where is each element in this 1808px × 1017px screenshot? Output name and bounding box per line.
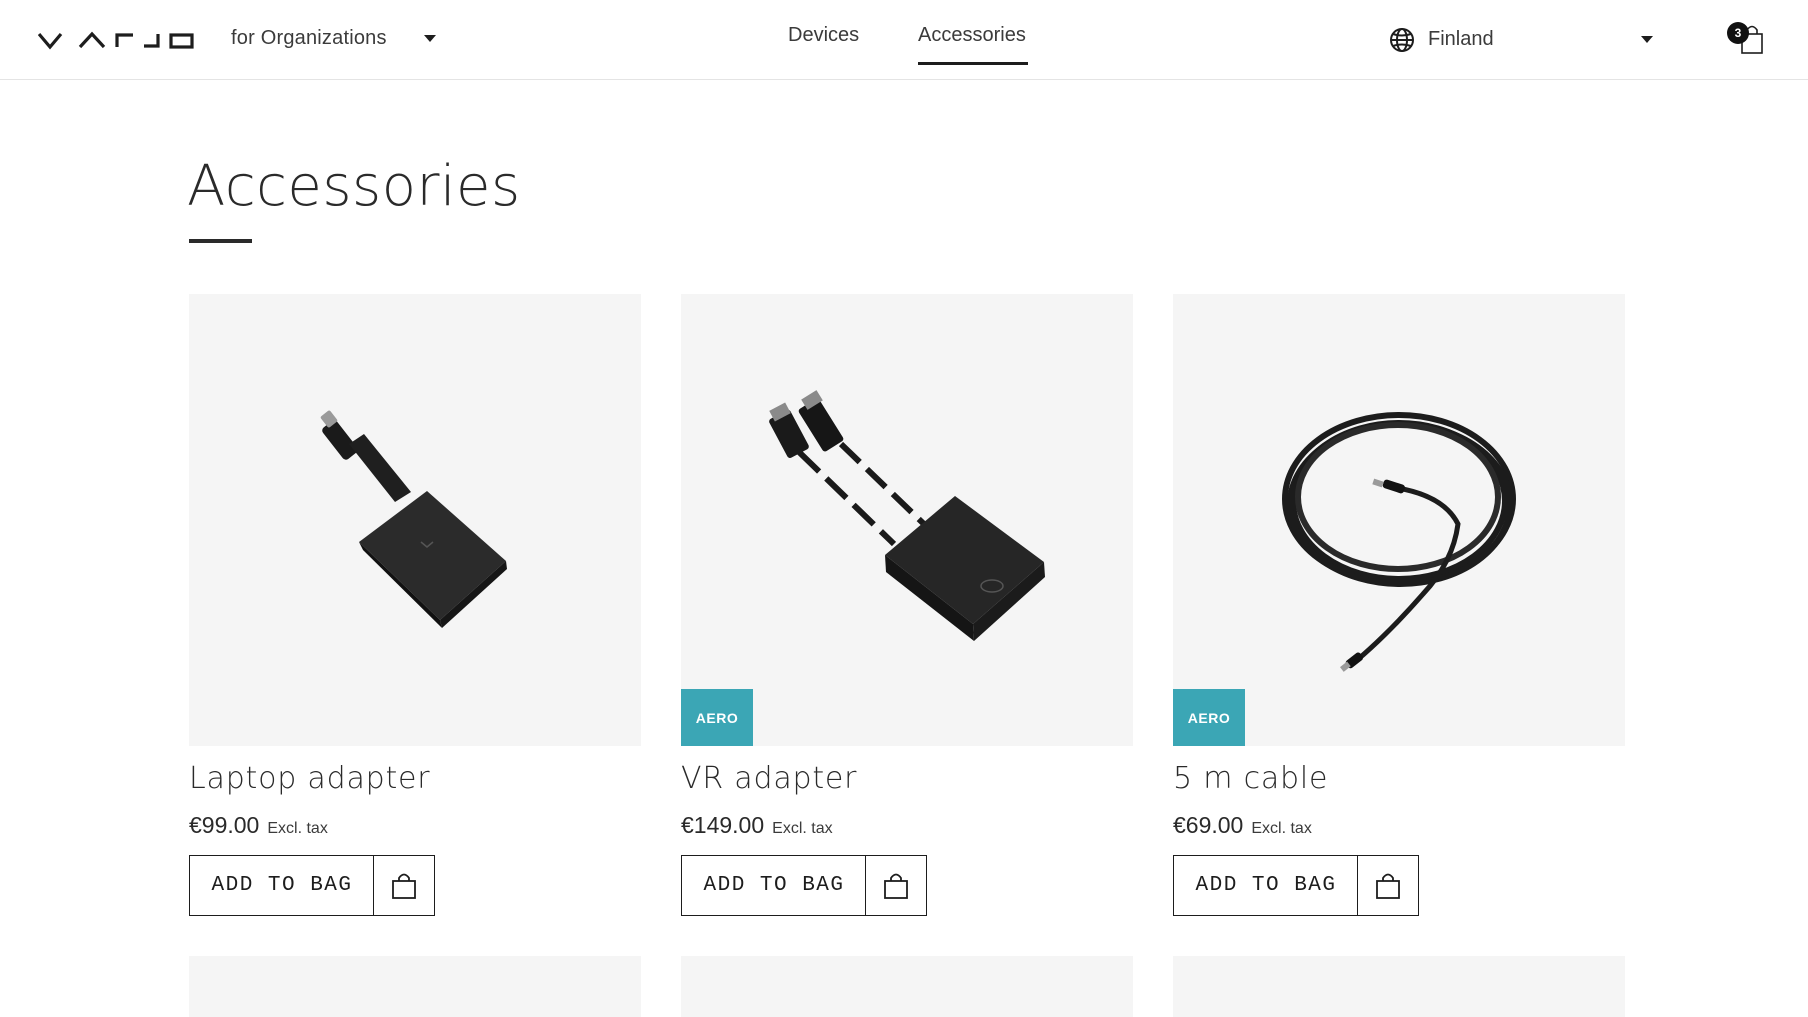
product-name[interactable]: 5 m cable [1173, 761, 1328, 796]
shopping-bag-button[interactable]: 3 [1724, 20, 1768, 60]
product-price: €69.00 [1173, 812, 1244, 838]
product-image[interactable] [1173, 956, 1625, 1017]
aero-badge: AERO [681, 689, 753, 746]
add-to-bag-icon-button[interactable] [373, 855, 435, 916]
shopping-bag-icon [392, 873, 416, 899]
tax-note: Excl. tax [772, 820, 833, 837]
add-to-bag-icon-button[interactable] [865, 855, 927, 916]
add-to-bag-button[interactable]: ADD TO BAG [681, 855, 867, 916]
product-card-5m-cable: AERO 5 m cable €69.00 Excl. tax ADD TO BA… [1173, 294, 1625, 916]
cable-coil-image [1282, 412, 1516, 672]
product-image[interactable] [189, 956, 641, 1017]
price-row: €69.00 Excl. tax [1173, 812, 1312, 839]
product-image[interactable] [189, 294, 641, 746]
add-to-bag-icon-button[interactable] [1357, 855, 1419, 916]
shopping-bag-icon [884, 873, 908, 899]
active-nav-underline [918, 62, 1028, 65]
add-to-bag-button[interactable]: ADD TO BAG [1173, 855, 1359, 916]
product-price: €99.00 [189, 812, 260, 838]
tax-note: Excl. tax [267, 820, 328, 837]
vr-adapter-image [769, 390, 1045, 641]
title-divider [189, 239, 252, 243]
nav-item-accessories[interactable]: Accessories [918, 24, 1026, 47]
product-name[interactable]: VR adapter [681, 761, 857, 796]
product-image[interactable]: AERO [681, 294, 1133, 746]
product-image[interactable] [681, 956, 1133, 1017]
cart-count-badge: 3 [1727, 22, 1749, 44]
product-card-laptop-adapter: Laptop adapter €99.00 Excl. tax ADD TO BA… [189, 294, 641, 916]
add-to-bag-button[interactable]: ADD TO BAG [189, 855, 375, 916]
tax-note: Excl. tax [1251, 820, 1312, 837]
product-price: €149.00 [681, 812, 765, 838]
globe-icon [1390, 28, 1414, 52]
laptop-adapter-image [320, 410, 507, 628]
country-selector[interactable]: Finland [1389, 24, 1657, 56]
price-row: €99.00 Excl. tax [189, 812, 328, 839]
nav-item-devices[interactable]: Devices [788, 24, 859, 47]
price-row: €149.00 Excl. tax [681, 812, 833, 839]
shopping-bag-icon [1376, 873, 1400, 899]
caret-down-icon [1641, 36, 1653, 43]
site-header: for Organizations Devices Accessories Fi… [0, 0, 1808, 80]
aero-badge: AERO [1173, 689, 1245, 746]
product-image[interactable]: AERO [1173, 294, 1625, 746]
country-selector-label: Finland [1428, 28, 1494, 50]
product-card-vr-adapter: AERO VR adapter €149.00 Excl. tax ADD TO … [681, 294, 1133, 916]
product-name[interactable]: Laptop adapter [189, 761, 430, 796]
page-title: Accessories [187, 154, 521, 219]
